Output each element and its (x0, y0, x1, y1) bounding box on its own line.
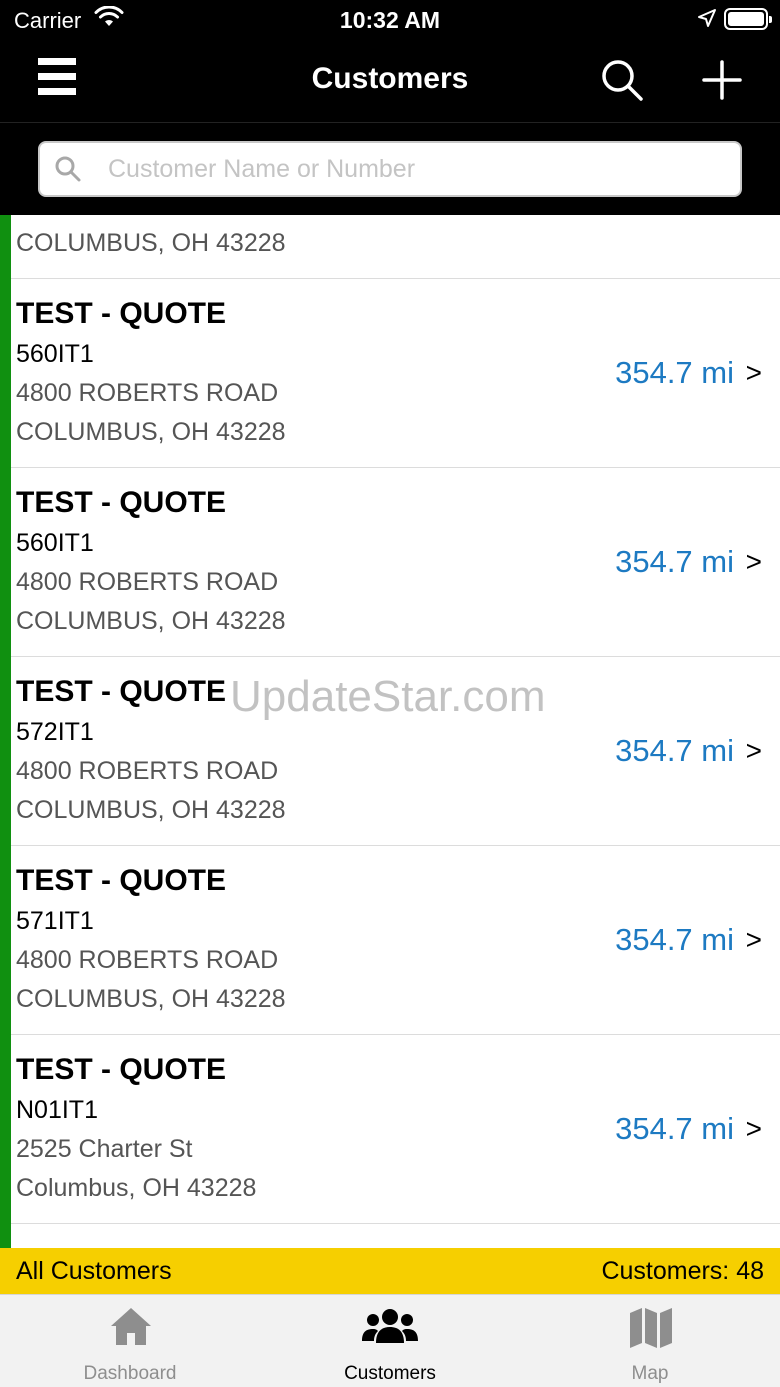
tab-label: Map (631, 1363, 669, 1384)
chevron-right-icon: > (745, 1113, 762, 1144)
chevron-right-icon: > (745, 924, 762, 955)
chevron-right-icon: > (745, 546, 762, 577)
page-title: Customers (311, 62, 469, 95)
customer-city: COLUMBUS, OH 43228 (16, 796, 286, 824)
search-box[interactable] (38, 141, 742, 197)
customer-name: TEST - QUOTE (16, 297, 226, 330)
customer-number: 560IT1 (16, 529, 94, 557)
chevron-right-icon: > (745, 735, 762, 766)
map-icon (630, 1308, 672, 1348)
customer-name: TEST - QUOTE (16, 864, 226, 897)
customer-street: 4800 ROBERTS ROAD (16, 757, 279, 785)
customer-city: COLUMBUS, OH 43228 (16, 985, 286, 1013)
customer-number: N01IT1 (16, 1096, 98, 1124)
battery-icon (724, 8, 772, 30)
customer-number: 572IT1 (16, 718, 94, 746)
tab-map[interactable]: Map (520, 1295, 780, 1387)
tab-dashboard[interactable]: Dashboard (0, 1295, 260, 1387)
customer-list[interactable]: COLUMBUS, OH 43228 TEST - QUOTE 560IT1 4… (0, 215, 780, 1248)
tab-label: Customers (344, 1363, 436, 1384)
customer-distance: 354.7 mi (615, 733, 734, 768)
list-item-partial[interactable]: COLUMBUS, OH 43228 (0, 215, 780, 279)
customer-distance: 354.7 mi (615, 922, 734, 957)
search-input[interactable] (108, 149, 728, 189)
navigation-bar: Customers (0, 40, 780, 122)
customer-street: 2525 Charter St (16, 1135, 193, 1163)
filter-label[interactable]: All Customers (16, 1257, 172, 1286)
customer-street: 4800 ROBERTS ROAD (16, 379, 279, 407)
home-icon (111, 1308, 151, 1345)
selection-indicator-bar (0, 215, 11, 1248)
customer-number: 571IT1 (16, 907, 94, 935)
magnifier-icon (55, 156, 81, 182)
customer-city: COLUMBUS, OH 43228 (16, 607, 286, 635)
customer-count: Customers: 48 (601, 1257, 764, 1285)
filter-strip: All Customers Customers: 48 (0, 1248, 780, 1294)
customer-distance: 354.7 mi (615, 1111, 734, 1146)
users-icon (362, 1309, 418, 1343)
watermark: UpdateStar.com (230, 672, 546, 721)
list-item[interactable]: TEST - QUOTE 560IT1 4800 ROBERTS ROAD CO… (0, 468, 780, 657)
location-arrow-icon (698, 9, 716, 27)
customer-street: 4800 ROBERTS ROAD (16, 568, 279, 596)
tab-customers[interactable]: Customers (260, 1295, 520, 1387)
search-area (0, 122, 780, 215)
list-item[interactable]: TEST - QUOTE N01IT1 2525 Charter St Colu… (0, 1035, 780, 1224)
list-item[interactable]: TEST - QUOTE 571IT1 4800 ROBERTS ROAD CO… (0, 846, 780, 1035)
tab-bar: Dashboard Customers Map (0, 1294, 780, 1387)
plus-icon[interactable] (702, 60, 742, 100)
customer-distance: 354.7 mi (615, 355, 734, 390)
customer-city: Columbus, OH 43228 (16, 1174, 257, 1202)
customer-city: COLUMBUS, OH 43228 (16, 229, 286, 257)
tab-label: Dashboard (83, 1363, 177, 1384)
search-icon[interactable] (600, 58, 644, 102)
customer-name: TEST - QUOTE (16, 1053, 226, 1086)
status-time: 10:32 AM (339, 7, 441, 33)
customer-name: TEST - QUOTE (16, 675, 226, 708)
customer-street: 4800 ROBERTS ROAD (16, 946, 279, 974)
customer-name: TEST - QUOTE (16, 486, 226, 519)
status-bar: Carrier 10:32 AM (0, 0, 780, 40)
list-item[interactable]: TEST - QUOTE 560IT1 4800 ROBERTS ROAD CO… (0, 279, 780, 468)
customer-city: COLUMBUS, OH 43228 (16, 418, 286, 446)
chevron-right-icon: > (745, 357, 762, 388)
customer-number: 560IT1 (16, 340, 94, 368)
customer-distance: 354.7 mi (615, 544, 734, 579)
